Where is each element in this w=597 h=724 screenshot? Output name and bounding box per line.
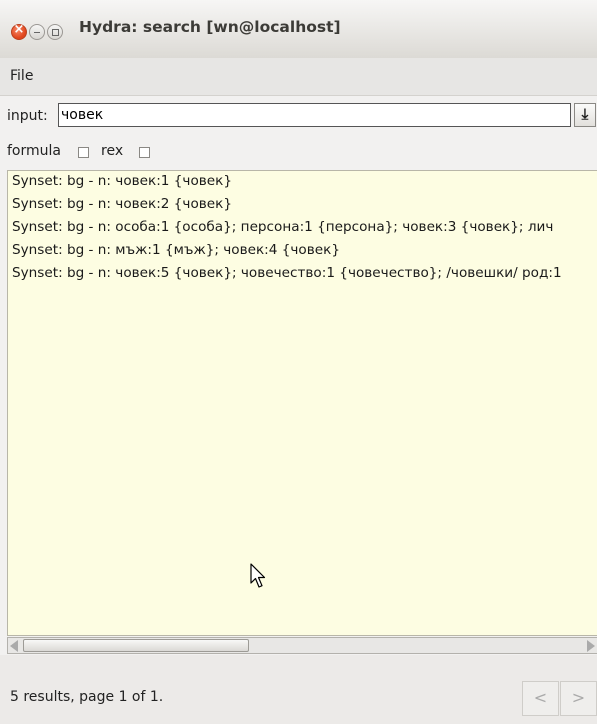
previous-page-button[interactable]: < <box>522 681 559 716</box>
input-label: input: <box>7 108 48 124</box>
horizontal-scrollbar[interactable] <box>7 637 597 654</box>
search-input[interactable] <box>58 103 571 127</box>
status-bar: 5 results, page 1 of 1. < > <box>0 655 597 724</box>
scrollbar-thumb[interactable] <box>23 639 249 652</box>
formula-label: formula <box>7 143 61 159</box>
search-input-row: input: ⤓ <box>0 100 597 132</box>
result-item[interactable]: Synset: bg - n: мъж:1 {мъж}; човек:4 {чо… <box>12 242 340 258</box>
result-item[interactable]: Synset: bg - n: човек:1 {човек} <box>12 173 232 189</box>
next-page-button[interactable]: > <box>560 681 597 716</box>
formula-checkbox[interactable] <box>78 147 89 158</box>
maximize-window-button[interactable] <box>47 24 63 40</box>
search-options: formula rex <box>0 138 597 166</box>
mouse-pointer-icon <box>250 563 266 588</box>
results-list[interactable]: Synset: bg - n: човек:1 {човек} Synset: … <box>7 170 597 636</box>
minimize-window-button[interactable] <box>29 24 45 40</box>
scroll-right-arrow-icon[interactable] <box>587 640 595 652</box>
result-item[interactable]: Synset: bg - n: особа:1 {особа}; персона… <box>12 219 553 235</box>
result-item[interactable]: Synset: bg - n: човек:5 {човек}; човечес… <box>12 265 562 281</box>
close-window-button[interactable] <box>11 22 27 40</box>
scroll-left-arrow-icon[interactable] <box>10 640 18 652</box>
menu-file[interactable]: File <box>10 68 33 84</box>
search-go-button[interactable]: ⤓ <box>574 103 596 127</box>
results-count: 5 results, page 1 of 1. <box>10 689 164 705</box>
download-arrow-icon: ⤓ <box>581 105 589 123</box>
rex-checkbox[interactable] <box>139 147 150 158</box>
window-title: Hydra: search [wn@localhost] <box>79 18 341 36</box>
result-item[interactable]: Synset: bg - n: човек:2 {човек} <box>12 196 232 212</box>
menu-bar: File <box>0 58 597 96</box>
rex-label: rex <box>101 143 124 159</box>
title-bar: Hydra: search [wn@localhost] <box>0 0 597 59</box>
